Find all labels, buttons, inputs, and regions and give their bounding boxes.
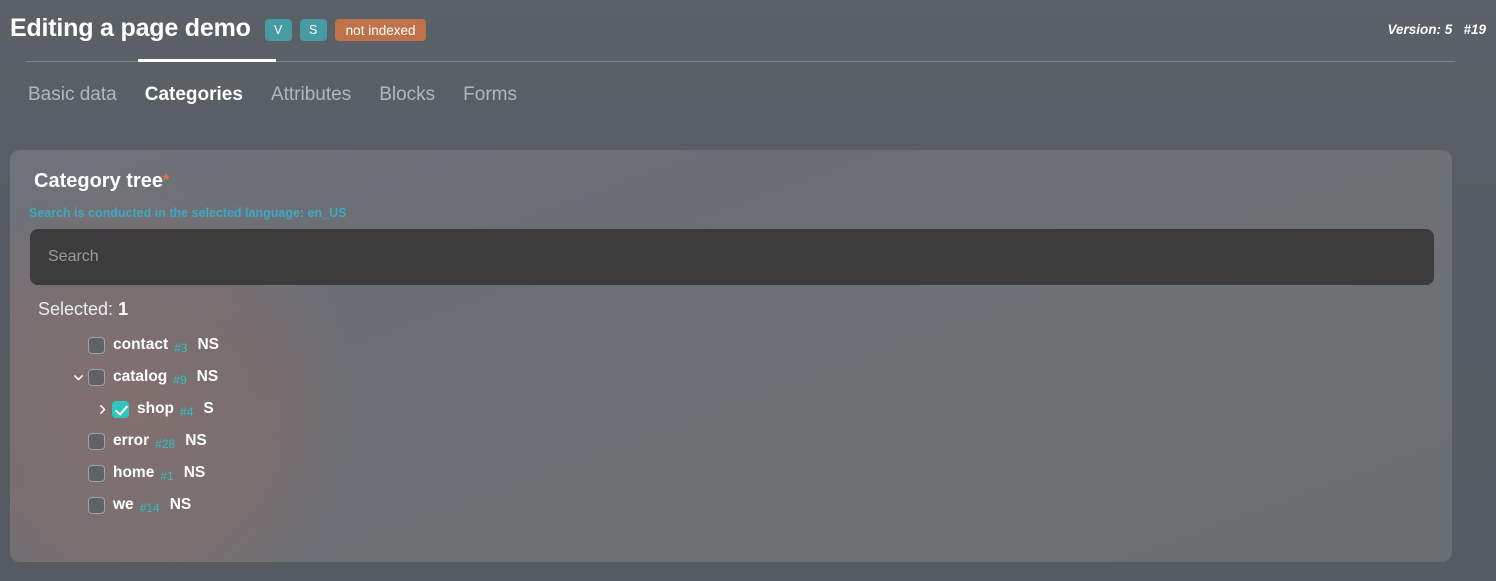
active-tab-indicator <box>138 59 276 62</box>
tab-forms[interactable]: Forms <box>463 74 517 116</box>
tree-node-label: error <box>113 432 150 449</box>
page-root: Editing a page demo V S not indexed Vers… <box>0 0 1496 581</box>
tree-row[interactable]: catalog #9 NS <box>10 361 1452 393</box>
tab-categories[interactable]: Categories <box>145 74 243 116</box>
version-info: Version: 5 #19 <box>1387 22 1486 37</box>
tree-row[interactable]: we #14 NS <box>10 489 1452 521</box>
header-badges: V S not indexed <box>264 19 427 41</box>
card-title: Category tree* <box>34 170 1452 193</box>
tree-node-flag: NS <box>185 432 207 449</box>
chevron-right-icon[interactable] <box>92 403 112 416</box>
tree-checkbox[interactable] <box>88 368 105 386</box>
status-badge-visible[interactable]: V <box>264 19 292 41</box>
tree-node-label: catalog <box>113 368 168 385</box>
tree-checkbox[interactable] <box>88 496 105 514</box>
tree-node-id: #1 <box>160 469 174 483</box>
search-field-wrapper <box>30 229 1452 285</box>
status-badge-not-indexed[interactable]: not indexed <box>334 19 427 41</box>
tree-node-id: #3 <box>174 341 188 355</box>
page-title: Editing a page demo <box>10 14 251 42</box>
tree-node-flag: NS <box>196 368 219 385</box>
status-badge-searchable[interactable]: S <box>299 19 327 41</box>
tree-node-id: #14 <box>139 501 160 515</box>
tree-node-flag: NS <box>183 464 206 481</box>
tree-checkbox-checked[interactable] <box>112 400 129 418</box>
search-input[interactable] <box>30 229 1434 285</box>
chevron-down-icon[interactable] <box>68 371 88 384</box>
page-header: Editing a page demo V S not indexed Vers… <box>0 0 1496 57</box>
tree-node-flag: NS <box>197 336 220 353</box>
tree-row[interactable]: home #1 NS <box>10 457 1452 489</box>
tab-bar: Basic data Categories Attributes Blocks … <box>0 74 517 116</box>
tree-node-label: we <box>113 496 134 513</box>
tab-blocks[interactable]: Blocks <box>379 74 435 116</box>
tree-checkbox[interactable] <box>88 464 105 482</box>
tree-checkbox[interactable] <box>88 432 105 450</box>
tree-node-label: home <box>113 464 155 481</box>
search-language-hint: Search is conducted in the selected lang… <box>29 206 347 220</box>
tree-row[interactable]: error #28 NS <box>10 425 1452 457</box>
tab-basic-data[interactable]: Basic data <box>28 74 117 116</box>
card-title-text: Category tree <box>34 170 163 192</box>
category-tree: contact #3 NS catalog #9 NS shop #4 S er… <box>10 329 1452 521</box>
tree-node-id: #4 <box>180 405 194 419</box>
selected-count: 1 <box>118 299 129 319</box>
selected-summary: Selected: 1 <box>38 299 1452 320</box>
tree-row[interactable]: shop #4 S <box>10 393 1452 425</box>
tree-node-flag: NS <box>169 496 192 513</box>
tree-checkbox[interactable] <box>88 336 105 354</box>
tab-attributes[interactable]: Attributes <box>271 74 351 116</box>
category-tree-card: Category tree* Search is conducted in th… <box>10 150 1452 562</box>
tree-node-flag: S <box>203 400 214 417</box>
tree-node-label: shop <box>137 400 175 417</box>
tree-node-id: #9 <box>173 373 187 387</box>
tree-node-id: #28 <box>155 437 176 451</box>
tree-node-label: contact <box>113 336 169 353</box>
required-asterisk: * <box>162 172 170 189</box>
tree-row[interactable]: contact #3 NS <box>10 329 1452 361</box>
selected-label: Selected: <box>38 299 114 319</box>
